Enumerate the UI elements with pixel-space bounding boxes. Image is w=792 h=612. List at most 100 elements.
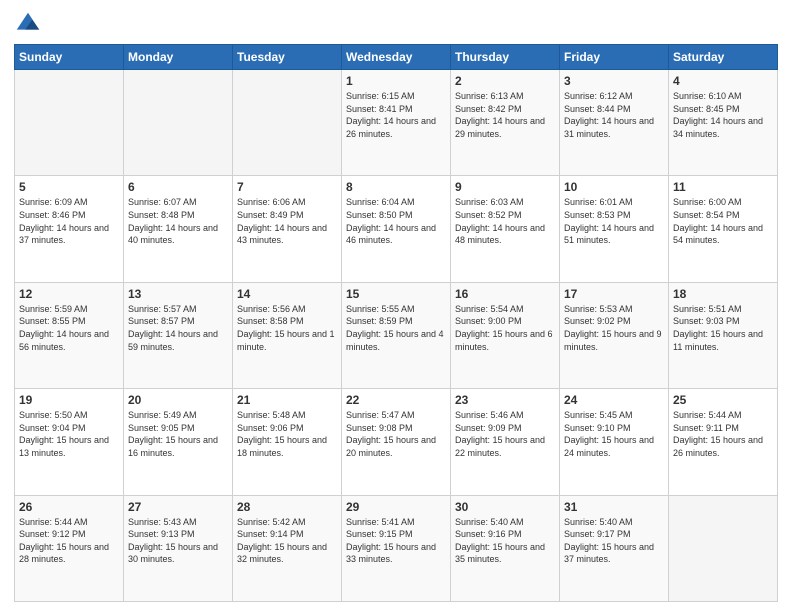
calendar-cell bbox=[669, 495, 778, 601]
calendar-cell: 3 Sunrise: 6:12 AM Sunset: 8:44 PM Daylig… bbox=[560, 70, 669, 176]
day-number: 23 bbox=[455, 393, 555, 407]
calendar-cell: 22 Sunrise: 5:47 AM Sunset: 9:08 PM Dayli… bbox=[342, 389, 451, 495]
calendar-cell: 31Sunrise: 5:40 AM Sunset: 9:17 PM Dayli… bbox=[560, 495, 669, 601]
calendar-week-row: 12 Sunrise: 5:59 AM Sunset: 8:55 PM Dayli… bbox=[15, 282, 778, 388]
calendar-cell: 8Sunrise: 6:04 AM Sunset: 8:50 PM Daylig… bbox=[342, 176, 451, 282]
calendar-cell bbox=[124, 70, 233, 176]
calendar-cell: 15Sunrise: 5:55 AM Sunset: 8:59 PM Dayli… bbox=[342, 282, 451, 388]
day-info: Sunrise: 5:42 AM Sunset: 9:14 PM Dayligh… bbox=[237, 516, 337, 566]
calendar-cell: 19Sunrise: 5:50 AM Sunset: 9:04 PM Dayli… bbox=[15, 389, 124, 495]
day-number: 12 bbox=[19, 287, 119, 301]
calendar-week-row: 26Sunrise: 5:44 AM Sunset: 9:12 PM Dayli… bbox=[15, 495, 778, 601]
day-number: 21 bbox=[237, 393, 337, 407]
calendar-cell: 24Sunrise: 5:45 AM Sunset: 9:10 PM Dayli… bbox=[560, 389, 669, 495]
day-number: 25 bbox=[673, 393, 773, 407]
calendar-cell: 16 Sunrise: 5:54 AM Sunset: 9:00 PM Dayli… bbox=[451, 282, 560, 388]
day-number: 10 bbox=[564, 180, 664, 194]
calendar-cell: 25 Sunrise: 5:44 AM Sunset: 9:11 PM Dayli… bbox=[669, 389, 778, 495]
logo-icon bbox=[14, 10, 42, 38]
day-info: Sunrise: 5:53 AM Sunset: 9:02 PM Dayligh… bbox=[564, 303, 664, 353]
day-info: Sunrise: 5:50 AM Sunset: 9:04 PM Dayligh… bbox=[19, 409, 119, 459]
calendar-cell: 30 Sunrise: 5:40 AM Sunset: 9:16 PM Dayli… bbox=[451, 495, 560, 601]
calendar-cell: 21 Sunrise: 5:48 AM Sunset: 9:06 PM Dayli… bbox=[233, 389, 342, 495]
day-number: 7 bbox=[237, 180, 337, 194]
day-number: 1 bbox=[346, 74, 446, 88]
day-info: Sunrise: 5:45 AM Sunset: 9:10 PM Dayligh… bbox=[564, 409, 664, 459]
day-number: 9 bbox=[455, 180, 555, 194]
day-number: 28 bbox=[237, 500, 337, 514]
header bbox=[14, 10, 778, 38]
calendar-cell bbox=[233, 70, 342, 176]
day-number: 31 bbox=[564, 500, 664, 514]
day-info: Sunrise: 6:01 AM Sunset: 8:53 PM Dayligh… bbox=[564, 196, 664, 246]
calendar-cell: 6 Sunrise: 6:07 AM Sunset: 8:48 PM Daylig… bbox=[124, 176, 233, 282]
day-info: Sunrise: 6:03 AM Sunset: 8:52 PM Dayligh… bbox=[455, 196, 555, 246]
day-number: 6 bbox=[128, 180, 228, 194]
calendar-cell: 2 Sunrise: 6:13 AM Sunset: 8:42 PM Daylig… bbox=[451, 70, 560, 176]
day-header-sunday: Sunday bbox=[15, 45, 124, 70]
day-info: Sunrise: 6:10 AM Sunset: 8:45 PM Dayligh… bbox=[673, 90, 773, 140]
day-info: Sunrise: 5:49 AM Sunset: 9:05 PM Dayligh… bbox=[128, 409, 228, 459]
day-info: Sunrise: 5:44 AM Sunset: 9:11 PM Dayligh… bbox=[673, 409, 773, 459]
day-number: 27 bbox=[128, 500, 228, 514]
day-number: 29 bbox=[346, 500, 446, 514]
day-header-monday: Monday bbox=[124, 45, 233, 70]
calendar-cell: 11 Sunrise: 6:00 AM Sunset: 8:54 PM Dayli… bbox=[669, 176, 778, 282]
day-info: Sunrise: 5:46 AM Sunset: 9:09 PM Dayligh… bbox=[455, 409, 555, 459]
page: SundayMondayTuesdayWednesdayThursdayFrid… bbox=[0, 0, 792, 612]
day-info: Sunrise: 5:48 AM Sunset: 9:06 PM Dayligh… bbox=[237, 409, 337, 459]
day-number: 15 bbox=[346, 287, 446, 301]
calendar-table: SundayMondayTuesdayWednesdayThursdayFrid… bbox=[14, 44, 778, 602]
day-info: Sunrise: 6:13 AM Sunset: 8:42 PM Dayligh… bbox=[455, 90, 555, 140]
day-number: 4 bbox=[673, 74, 773, 88]
day-header-wednesday: Wednesday bbox=[342, 45, 451, 70]
calendar-cell: 10 Sunrise: 6:01 AM Sunset: 8:53 PM Dayli… bbox=[560, 176, 669, 282]
calendar-cell: 1 Sunrise: 6:15 AM Sunset: 8:41 PM Daylig… bbox=[342, 70, 451, 176]
day-number: 5 bbox=[19, 180, 119, 194]
day-info: Sunrise: 5:43 AM Sunset: 9:13 PM Dayligh… bbox=[128, 516, 228, 566]
day-info: Sunrise: 5:40 AM Sunset: 9:16 PM Dayligh… bbox=[455, 516, 555, 566]
day-header-tuesday: Tuesday bbox=[233, 45, 342, 70]
day-number: 13 bbox=[128, 287, 228, 301]
calendar-week-row: 1 Sunrise: 6:15 AM Sunset: 8:41 PM Daylig… bbox=[15, 70, 778, 176]
day-info: Sunrise: 5:41 AM Sunset: 9:15 PM Dayligh… bbox=[346, 516, 446, 566]
day-number: 14 bbox=[237, 287, 337, 301]
calendar-cell: 28 Sunrise: 5:42 AM Sunset: 9:14 PM Dayli… bbox=[233, 495, 342, 601]
day-number: 2 bbox=[455, 74, 555, 88]
calendar-cell: 4 Sunrise: 6:10 AM Sunset: 8:45 PM Daylig… bbox=[669, 70, 778, 176]
day-number: 18 bbox=[673, 287, 773, 301]
day-number: 16 bbox=[455, 287, 555, 301]
day-number: 30 bbox=[455, 500, 555, 514]
day-info: Sunrise: 6:07 AM Sunset: 8:48 PM Dayligh… bbox=[128, 196, 228, 246]
day-number: 20 bbox=[128, 393, 228, 407]
calendar-cell: 14 Sunrise: 5:56 AM Sunset: 8:58 PM Dayli… bbox=[233, 282, 342, 388]
day-info: Sunrise: 6:12 AM Sunset: 8:44 PM Dayligh… bbox=[564, 90, 664, 140]
calendar-cell: 26Sunrise: 5:44 AM Sunset: 9:12 PM Dayli… bbox=[15, 495, 124, 601]
day-number: 8 bbox=[346, 180, 446, 194]
day-header-saturday: Saturday bbox=[669, 45, 778, 70]
day-info: Sunrise: 6:09 AM Sunset: 8:46 PM Dayligh… bbox=[19, 196, 119, 246]
day-info: Sunrise: 5:57 AM Sunset: 8:57 PM Dayligh… bbox=[128, 303, 228, 353]
calendar-cell: 20 Sunrise: 5:49 AM Sunset: 9:05 PM Dayli… bbox=[124, 389, 233, 495]
calendar-cell: 9 Sunrise: 6:03 AM Sunset: 8:52 PM Daylig… bbox=[451, 176, 560, 282]
calendar-week-row: 19Sunrise: 5:50 AM Sunset: 9:04 PM Dayli… bbox=[15, 389, 778, 495]
calendar-header-row: SundayMondayTuesdayWednesdayThursdayFrid… bbox=[15, 45, 778, 70]
calendar-cell: 12 Sunrise: 5:59 AM Sunset: 8:55 PM Dayli… bbox=[15, 282, 124, 388]
day-info: Sunrise: 6:15 AM Sunset: 8:41 PM Dayligh… bbox=[346, 90, 446, 140]
day-number: 3 bbox=[564, 74, 664, 88]
day-info: Sunrise: 5:47 AM Sunset: 9:08 PM Dayligh… bbox=[346, 409, 446, 459]
calendar-cell: 23 Sunrise: 5:46 AM Sunset: 9:09 PM Dayli… bbox=[451, 389, 560, 495]
calendar-cell bbox=[15, 70, 124, 176]
day-info: Sunrise: 5:54 AM Sunset: 9:00 PM Dayligh… bbox=[455, 303, 555, 353]
calendar-week-row: 5 Sunrise: 6:09 AM Sunset: 8:46 PM Daylig… bbox=[15, 176, 778, 282]
day-number: 22 bbox=[346, 393, 446, 407]
day-info: Sunrise: 5:56 AM Sunset: 8:58 PM Dayligh… bbox=[237, 303, 337, 353]
day-info: Sunrise: 5:59 AM Sunset: 8:55 PM Dayligh… bbox=[19, 303, 119, 353]
day-info: Sunrise: 6:00 AM Sunset: 8:54 PM Dayligh… bbox=[673, 196, 773, 246]
day-info: Sunrise: 6:06 AM Sunset: 8:49 PM Dayligh… bbox=[237, 196, 337, 246]
day-number: 17 bbox=[564, 287, 664, 301]
calendar-cell: 13 Sunrise: 5:57 AM Sunset: 8:57 PM Dayli… bbox=[124, 282, 233, 388]
day-number: 11 bbox=[673, 180, 773, 194]
day-header-thursday: Thursday bbox=[451, 45, 560, 70]
calendar-cell: 17 Sunrise: 5:53 AM Sunset: 9:02 PM Dayli… bbox=[560, 282, 669, 388]
